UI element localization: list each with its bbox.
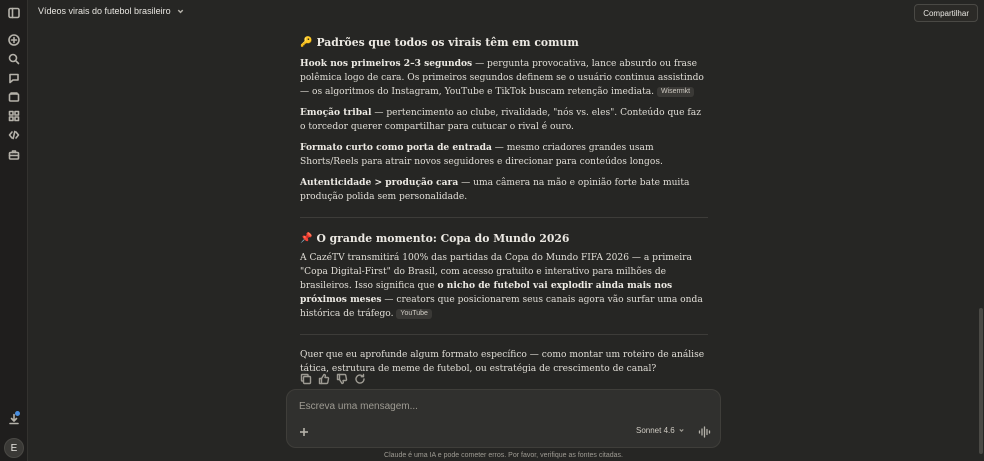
chat-title: Vídeos virais do futebol brasileiro (38, 6, 171, 16)
model-selector[interactable]: Sonnet 4.6 (636, 426, 685, 435)
disclaimer: Claude é uma IA e pode cometer erros. Po… (384, 452, 623, 459)
message-input[interactable]: Escreva uma mensagem... (299, 401, 418, 412)
artifacts-icon[interactable] (5, 107, 23, 125)
toggle-sidebar-icon[interactable] (5, 4, 23, 22)
briefcase-icon[interactable] (5, 146, 23, 164)
heading-text: O grande momento: Copa do Mundo 2026 (316, 232, 570, 245)
key-icon: 🔑 (300, 37, 313, 48)
citation-badge[interactable]: Wisermkt (656, 87, 695, 97)
assistant-message: 🔑 Padrões que todos os virais têm em com… (300, 36, 708, 376)
chats-icon[interactable] (5, 69, 23, 87)
message-actions (300, 372, 366, 385)
section-heading-patterns: 🔑 Padrões que todos os virais têm em com… (300, 36, 708, 49)
retry-icon[interactable] (354, 372, 366, 384)
thumbs-down-icon[interactable] (336, 372, 348, 385)
avatar[interactable]: E (4, 438, 24, 458)
download-icon[interactable] (5, 410, 23, 428)
pin-icon: 📌 (300, 233, 313, 244)
divider (300, 334, 708, 335)
bold-text: Autenticidade > produção cara (300, 177, 459, 188)
message-composer: Escreva uma mensagem... Sonnet 4.6 (286, 389, 721, 448)
chat-title-menu[interactable]: Vídeos virais do futebol brasileiro (38, 6, 185, 16)
chevron-down-icon (679, 429, 684, 432)
heading-text: Padrões que todos os virais têm em comum (316, 36, 579, 49)
thumbs-up-icon[interactable] (318, 372, 330, 385)
model-name: Sonnet 4.6 (636, 426, 675, 435)
voice-mode-icon[interactable] (698, 425, 712, 438)
new-chat-icon[interactable] (5, 31, 23, 49)
paragraph-authenticity: Autenticidade > produção cara — uma câme… (300, 176, 708, 204)
bold-text: Formato curto como porta de entrada (300, 142, 492, 153)
projects-icon[interactable] (5, 88, 23, 106)
attach-plus-icon[interactable] (299, 424, 313, 438)
topbar: Vídeos virais do futebol brasileiro Comp… (28, 0, 984, 26)
citation-badge[interactable]: YouTube (396, 309, 432, 319)
bold-text: Hook nos primeiros 2–3 segundos (300, 58, 473, 69)
paragraph-worldcup: A CazéTV transmitirá 100% das partidas d… (300, 251, 708, 321)
sidebar: E (0, 0, 28, 461)
code-icon[interactable] (5, 126, 23, 144)
share-button[interactable]: Compartilhar (914, 4, 978, 22)
paragraph-hook: Hook nos primeiros 2–3 segundos — pergun… (300, 57, 708, 99)
paragraph-emotion: Emoção tribal — pertencimento ao clube, … (300, 106, 708, 134)
chevron-down-icon (177, 9, 183, 13)
section-heading-worldcup: 📌 O grande momento: Copa do Mundo 2026 (300, 232, 708, 245)
divider (300, 217, 708, 218)
scrollbar[interactable] (979, 308, 983, 454)
search-icon[interactable] (5, 50, 23, 68)
notification-dot (15, 411, 20, 416)
paragraph-format: Formato curto como porta de entrada — me… (300, 141, 708, 169)
copy-icon[interactable] (300, 372, 312, 385)
bold-text: Emoção tribal (300, 107, 372, 118)
